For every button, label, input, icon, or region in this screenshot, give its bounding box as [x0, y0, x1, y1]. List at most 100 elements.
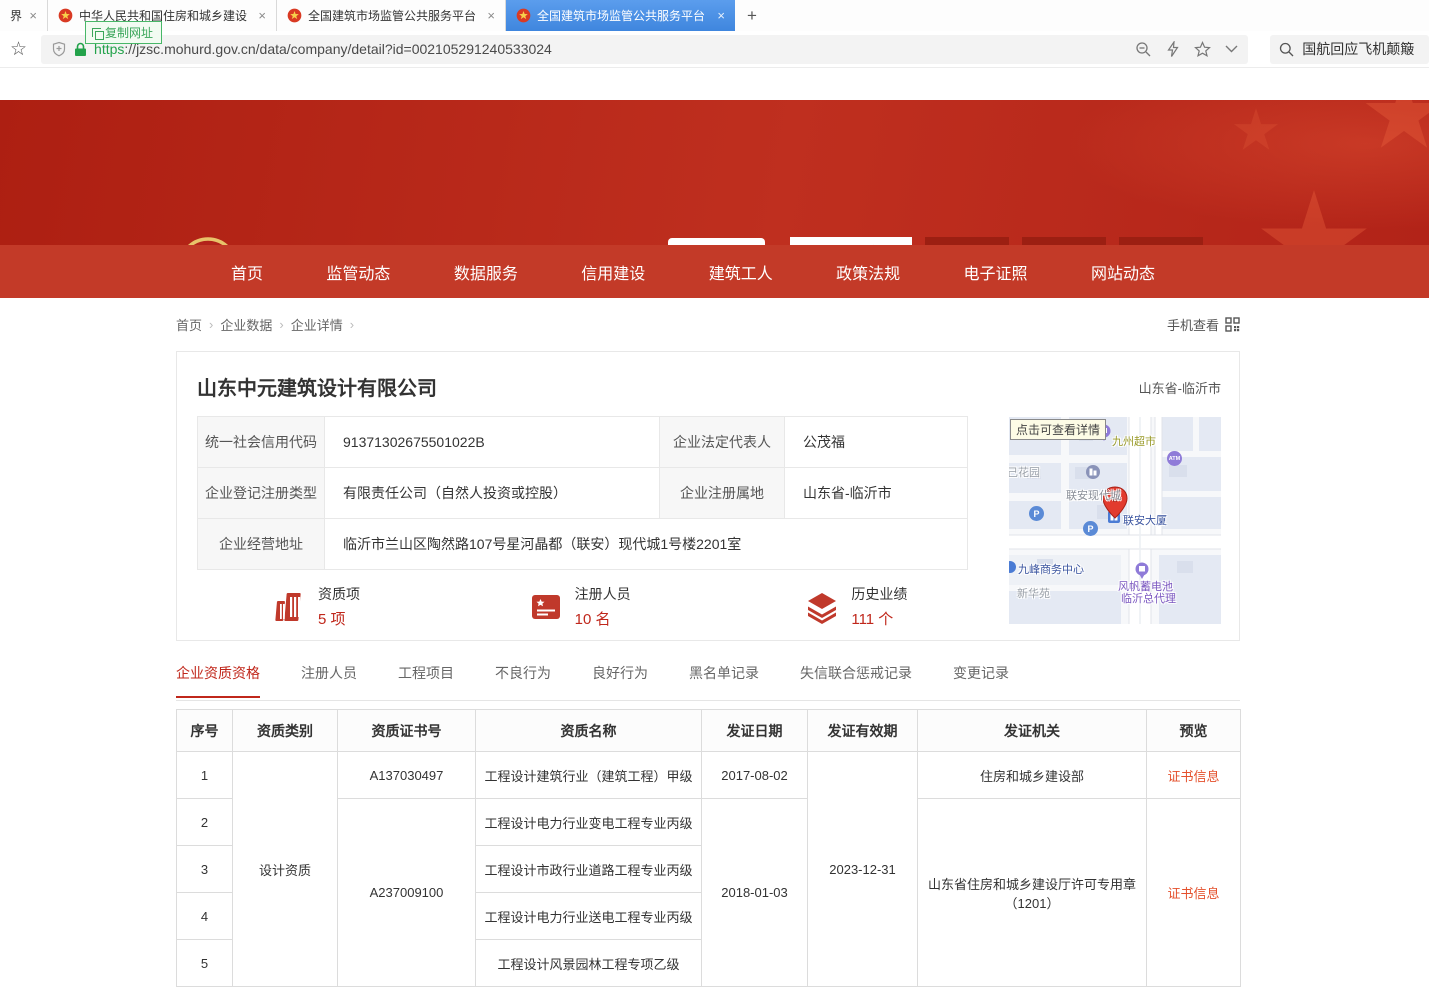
tab-blacklist-records[interactable]: 黑名单记录: [689, 663, 759, 696]
cell-cert-no: A237009100: [338, 799, 476, 987]
col-qual-name: 资质名称: [476, 710, 702, 752]
page: 界 × 中华人民共和国住房和城乡建设 × 全国建筑市场监管公共服务平台 × 全国…: [0, 0, 1429, 996]
url-path: ://jzsc.mohurd.gov.cn/data/company/detai…: [124, 41, 551, 57]
nav-item-e-certificates[interactable]: 电子证照: [964, 260, 1028, 284]
cell-authority: 住房和城乡建设部: [918, 752, 1147, 799]
cell-preview: 证书信息: [1147, 752, 1241, 799]
tab-enterprise-qualification[interactable]: 企业资质资格: [176, 663, 260, 698]
tab-title: 全国建筑市场监管公共服务平台: [308, 7, 481, 24]
cell-serial: 4: [177, 893, 233, 940]
copy-icon: [92, 28, 101, 37]
address-bar: ☆ https://jzsc.mohurd.gov.cn/data/compan…: [0, 31, 1429, 68]
bookmark-star-icon[interactable]: ☆: [10, 38, 27, 61]
field-credit-code-label: 统一社会信用代码: [198, 417, 325, 468]
url-text[interactable]: https://jzsc.mohurd.gov.cn/data/company/…: [94, 41, 1118, 57]
search-tab-integrity-records[interactable]: 诚信记录: [1119, 237, 1203, 245]
tab-projects[interactable]: 工程项目: [398, 663, 454, 696]
lightning-icon[interactable]: [1166, 41, 1180, 58]
field-registration-region-label: 企业注册属地: [660, 468, 785, 519]
new-tab-button[interactable]: +: [735, 0, 769, 31]
nav-item-site-news[interactable]: 网站动态: [1091, 260, 1155, 284]
breadcrumb-home[interactable]: 首页: [176, 315, 202, 334]
national-emblem-logo: [178, 237, 238, 245]
site-header: 中华人民共和国住房和城乡建设部www.mohurd.gov.cn 全国建筑市场监…: [0, 100, 1429, 245]
tab-registered-personnel[interactable]: 注册人员: [301, 663, 357, 696]
breadcrumb-enterprise-data[interactable]: 企业数据: [220, 315, 272, 334]
stat-historical-performance[interactable]: 历史业绩 111 个: [690, 584, 967, 629]
stat-value: 5 项: [318, 608, 360, 629]
nav-item-policies[interactable]: 政策法规: [836, 260, 900, 284]
close-icon[interactable]: ×: [258, 8, 266, 23]
col-issue-date: 发证日期: [702, 710, 808, 752]
cert-info-link[interactable]: 证书信息: [1167, 769, 1219, 784]
browser-tab-partial[interactable]: 界 ×: [0, 0, 48, 31]
browser-tab-jzsc-1[interactable]: 全国建筑市场监管公共服务平台 ×: [277, 0, 506, 31]
field-registration-type-label: 企业登记注册类型: [198, 468, 325, 519]
search-tab-construction-enterprise[interactable]: 建设工程企业: [790, 237, 912, 245]
nav-item-home[interactable]: 首页: [231, 260, 263, 284]
browser-tab-jzsc-active[interactable]: 全国建筑市场监管公共服务平台 ×: [506, 0, 735, 31]
stat-label: 资质项: [318, 584, 360, 604]
company-name: 山东中元建筑设计有限公司: [197, 372, 437, 401]
copy-url-label: 复制网址: [105, 24, 153, 41]
tab-title: 全国建筑市场监管公共服务平台: [537, 7, 711, 24]
chevron-down-icon[interactable]: [1225, 45, 1238, 53]
nav-item-construction-workers[interactable]: 建筑工人: [709, 260, 773, 284]
stat-label: 历史业绩: [851, 584, 907, 604]
browser-tab-bar: 界 × 中华人民共和国住房和城乡建设 × 全国建筑市场监管公共服务平台 × 全国…: [0, 0, 1429, 31]
browser-tab-mohurd[interactable]: 中华人民共和国住房和城乡建设 ×: [48, 0, 277, 31]
mobile-view-label: 手机查看: [1167, 315, 1219, 334]
parking-icon: P: [1083, 521, 1098, 536]
field-registration-region-value: 山东省-临沂市: [785, 468, 968, 519]
url-field[interactable]: https://jzsc.mohurd.gov.cn/data/company/…: [41, 35, 1248, 64]
header-qr-card: [668, 238, 765, 245]
tab-bad-behavior[interactable]: 不良行为: [495, 663, 551, 696]
field-legal-rep-label: 企业法定代表人: [660, 417, 785, 468]
cell-category: 设计资质: [233, 752, 338, 987]
tab-dishonesty-records[interactable]: 失信联合惩戒记录: [800, 663, 912, 696]
quick-search-box[interactable]: 国航回应飞机颠簸: [1270, 35, 1429, 64]
banner-decoration: [1009, 100, 1429, 245]
nav-item-data-services[interactable]: 数据服务: [454, 260, 518, 284]
close-icon[interactable]: ×: [29, 8, 37, 23]
breadcrumb-enterprise-detail[interactable]: 企业详情: [291, 315, 343, 334]
detail-tabs: 企业资质资格 注册人员 工程项目 不良行为 良好行为 黑名单记录 失信联合惩戒记…: [176, 663, 1240, 701]
map-tooltip: 点击可查看详情: [1010, 419, 1106, 440]
nav-item-supervision-news[interactable]: 监管动态: [326, 260, 390, 284]
emblem-favicon-icon: [58, 8, 73, 23]
search-tab-projects[interactable]: 建设项目: [1022, 237, 1106, 245]
company-info-table: 统一社会信用代码 91371302675501022B 企业法定代表人 公茂福 …: [197, 416, 968, 570]
breadcrumb-separator: ›: [209, 317, 213, 332]
close-icon[interactable]: ×: [717, 8, 725, 23]
col-preview: 预览: [1147, 710, 1241, 752]
cell-qual-name: 工程设计电力行业变电工程专业丙级: [476, 799, 702, 846]
close-icon[interactable]: ×: [487, 8, 495, 23]
nav-item-credit-building[interactable]: 信用建设: [581, 260, 645, 284]
copy-url-tooltip[interactable]: 复制网址: [85, 21, 162, 44]
mobile-view[interactable]: 手机查看: [1167, 315, 1240, 334]
search-tab-practitioners[interactable]: 从业人员: [925, 237, 1009, 245]
location-map[interactable]: 点击可查看详情 九州超市 ATM 己花园 联安现代城 联安大厦 P P 九峰商务…: [1009, 417, 1221, 624]
breadcrumb: 首页 › 企业数据 › 企业详情 ›: [176, 315, 354, 334]
map-label-jiufeng-business-center: 九峰商务中心: [1018, 561, 1084, 577]
map-label-jiuzhou-supermarket: 九州超市: [1112, 433, 1156, 449]
cell-qual-name: 工程设计市政行业道路工程专业丙级: [476, 846, 702, 893]
cert-info-link[interactable]: 证书信息: [1167, 886, 1219, 901]
search-icon: [1279, 42, 1294, 57]
tab-change-records[interactable]: 变更记录: [953, 663, 1009, 696]
favorite-star-icon[interactable]: [1194, 41, 1211, 58]
tab-good-behavior[interactable]: 良好行为: [592, 663, 648, 696]
cell-serial: 5: [177, 940, 233, 987]
cell-issue-date: 2017-08-02: [702, 752, 808, 799]
zoom-out-icon[interactable]: [1135, 41, 1152, 58]
certificate-icon: [529, 590, 563, 624]
building-icon: [272, 590, 306, 624]
col-validity: 发证有效期: [808, 710, 918, 752]
stat-value: 111 个: [851, 608, 907, 629]
main-navigation: 首页 监管动态 数据服务 信用建设 建筑工人 政策法规 电子证照 网站动态: [0, 245, 1429, 298]
cell-qual-name: 工程设计风景园林工程专项乙级: [476, 940, 702, 987]
shield-plus-icon[interactable]: [51, 41, 67, 57]
cell-serial: 1: [177, 752, 233, 799]
stat-qualifications[interactable]: 资质项 5 项: [197, 584, 434, 629]
stat-registered-personnel[interactable]: 注册人员10 名: [434, 584, 691, 629]
